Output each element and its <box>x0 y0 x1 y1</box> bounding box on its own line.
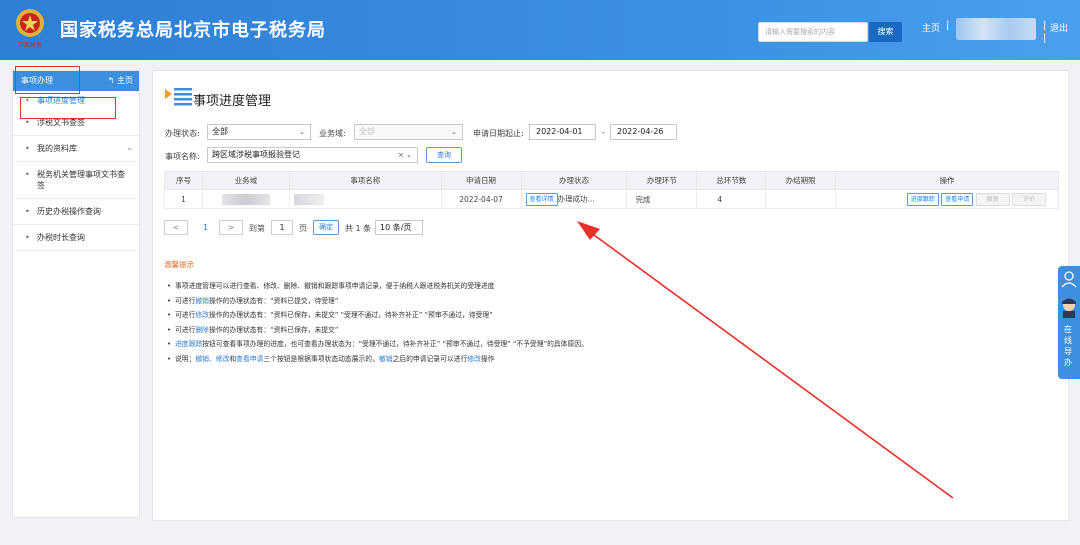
annotation-arrow <box>577 221 954 499</box>
